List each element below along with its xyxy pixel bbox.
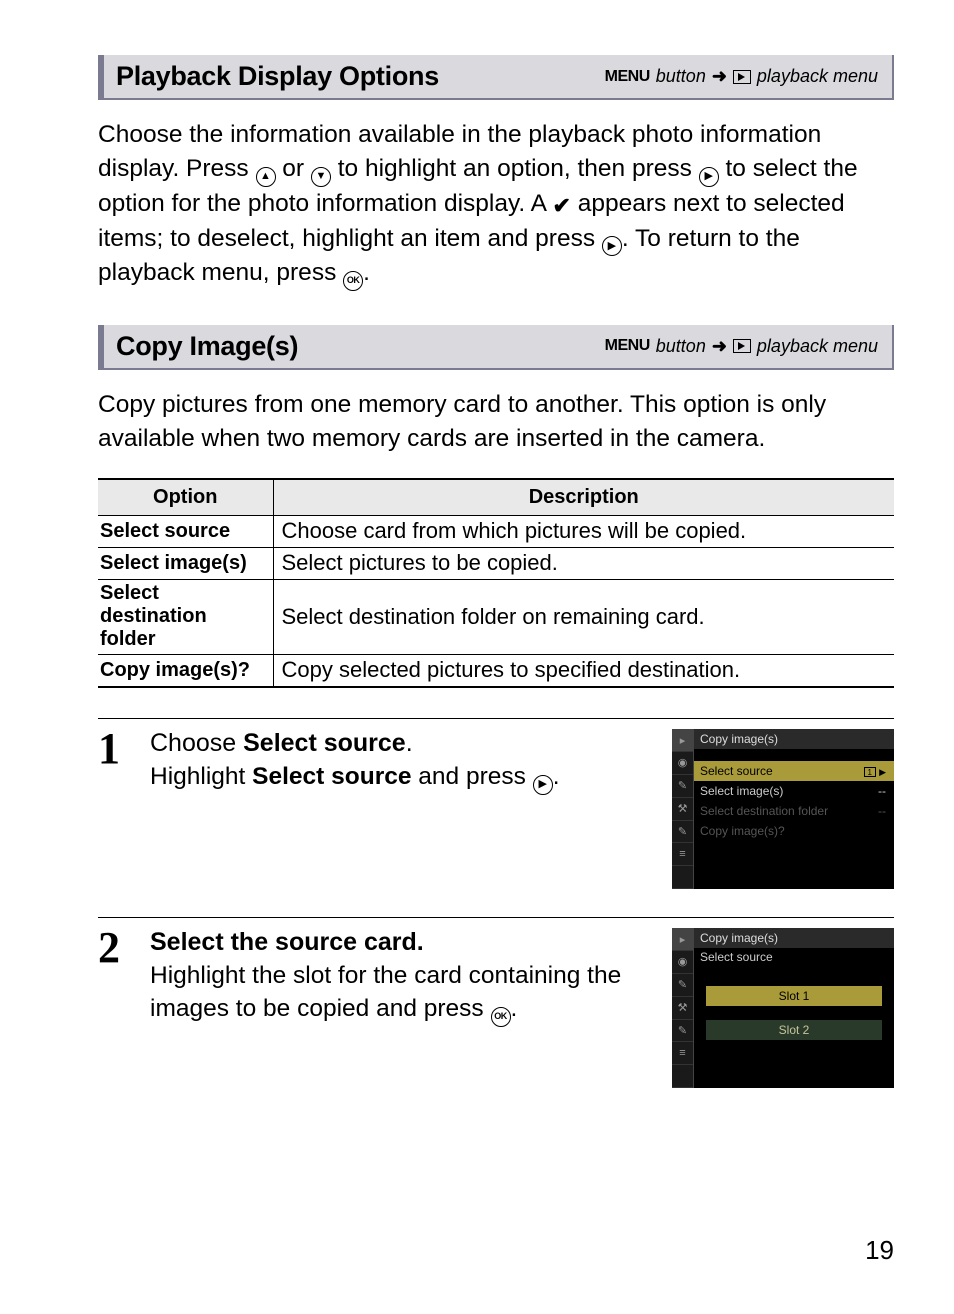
row-value: -- [878,804,886,818]
text: Highlight the slot for the card containi… [150,962,621,1022]
screen-header: Copy image(s) [694,928,894,948]
menu-row-select-images: Select image(s) -- [694,781,894,801]
button-label: button [656,336,706,357]
slot-2-option: Slot 2 [706,1020,882,1040]
option-cell: Select source [98,516,273,548]
step-title: Select the source card. [150,928,656,957]
step-body: Highlight the slot for the card containi… [150,959,656,1027]
text: and press [411,763,532,790]
desc-cell: Choose card from which pictures will be … [273,516,894,548]
tab-custom-icon: ✎ [672,974,693,997]
down-icon: ▼ [311,167,331,187]
tab-setup-icon: ⚒ [672,798,693,821]
camera-screen-2: ▸ ◉ ✎ ⚒ ✎ ≡ Copy image(s) Select source … [672,928,894,1088]
ok-icon: OK [343,271,363,291]
playback-icon [733,70,751,84]
breadcrumb-target: playback menu [757,336,878,357]
screen-header: Copy image(s) [694,729,894,749]
row-value: 1 ▶ [864,764,886,778]
step-2: 2 Select the source card. Highlight the … [98,917,894,1088]
menu-row-select-destination: Select destination folder -- [694,801,894,821]
menu-label: MENU [605,337,650,355]
tab-retouch-icon: ✎ [672,821,693,844]
card-icon: 1 [864,767,876,777]
right-icon: ▶ [699,167,719,187]
step-body: Highlight Select source and press ▶. [150,760,656,795]
playback-display-description: Choose the information available in the … [98,118,894,291]
playback-icon [733,339,751,353]
tab-blank [672,1065,693,1088]
check-icon: ✔ [552,191,570,222]
step-number: 2 [98,928,138,1088]
tab-blank [672,866,693,889]
screen-subheader: Select source [694,948,894,966]
text-bold: Select source [243,729,406,757]
arrow-icon: ➜ [712,66,727,87]
table-row: Select source Choose card from which pic… [98,516,894,548]
desc-cell: Select pictures to be copied. [273,548,894,580]
table-row: Copy image(s)? Copy selected pictures to… [98,655,894,688]
camera-menu-tabs: ▸ ◉ ✎ ⚒ ✎ ≡ [672,729,694,889]
row-label: Select image(s) [700,784,783,798]
button-label: button [656,66,706,87]
tab-recent-icon: ≡ [672,843,693,866]
step-title: Choose Select source. [150,729,656,758]
arrow-icon: ➜ [712,336,727,357]
tab-playback-icon: ▸ [672,729,693,752]
section-bar-playback-display: Playback Display Options MENU button ➜ p… [98,55,894,100]
right-icon: ▶ [533,775,553,795]
copy-images-description: Copy pictures from one memory card to an… [98,388,894,457]
step-1: 1 Choose Select source. Highlight Select… [98,718,894,889]
row-label: Select source [700,764,773,778]
table-row: Select destination folder Select destina… [98,580,894,655]
option-cell: Select destination folder [98,580,273,655]
menu-row-select-source: Select source 1 ▶ [694,761,894,781]
right-icon: ▶ [602,236,622,256]
th-option: Option [98,479,273,516]
ok-icon: OK [491,1007,511,1027]
option-cell: Copy image(s)? [98,655,273,688]
text: Choose [150,729,243,757]
text: Highlight [150,763,252,790]
options-table: Option Description Select source Choose … [98,478,894,688]
text: . [511,995,518,1022]
row-value: -- [878,784,886,798]
th-description: Description [273,479,894,516]
menu-label: MENU [605,68,650,86]
option-cell: Select image(s) [98,548,273,580]
tab-playback-icon: ▸ [672,928,693,951]
text: . [363,259,370,286]
text-bold: Select source [252,763,411,790]
text: or [276,155,311,182]
section-title: Copy Image(s) [116,331,298,362]
breadcrumb-target: playback menu [757,66,878,87]
tab-camera-icon: ◉ [672,951,693,974]
step-number: 1 [98,729,138,889]
section-title: Playback Display Options [116,61,439,92]
table-row: Select image(s) Select pictures to be co… [98,548,894,580]
page-number: 19 [865,1235,894,1266]
slot-1-option: Slot 1 [706,986,882,1006]
breadcrumb: MENU button ➜ playback menu [605,336,878,357]
text-bold: Select the source card. [150,928,424,956]
text: . [406,729,413,757]
section-bar-copy-images: Copy Image(s) MENU button ➜ playback men… [98,325,894,370]
tab-retouch-icon: ✎ [672,1020,693,1043]
camera-screen-1: ▸ ◉ ✎ ⚒ ✎ ≡ Copy image(s) Select source … [672,729,894,889]
desc-cell: Copy selected pictures to specified dest… [273,655,894,688]
breadcrumb: MENU button ➜ playback menu [605,66,878,87]
row-label: Select destination folder [700,804,828,818]
tab-custom-icon: ✎ [672,775,693,798]
row-label: Copy image(s)? [700,824,785,838]
tab-recent-icon: ≡ [672,1042,693,1065]
up-icon: ▲ [256,167,276,187]
tab-setup-icon: ⚒ [672,997,693,1020]
camera-menu-tabs: ▸ ◉ ✎ ⚒ ✎ ≡ [672,928,694,1088]
menu-row-copy-images: Copy image(s)? [694,821,894,841]
tab-camera-icon: ◉ [672,752,693,775]
text: to highlight an option, then press [331,155,699,182]
chevron-right-icon: ▶ [879,767,886,777]
text: . [553,763,560,790]
desc-cell: Select destination folder on remaining c… [273,580,894,655]
